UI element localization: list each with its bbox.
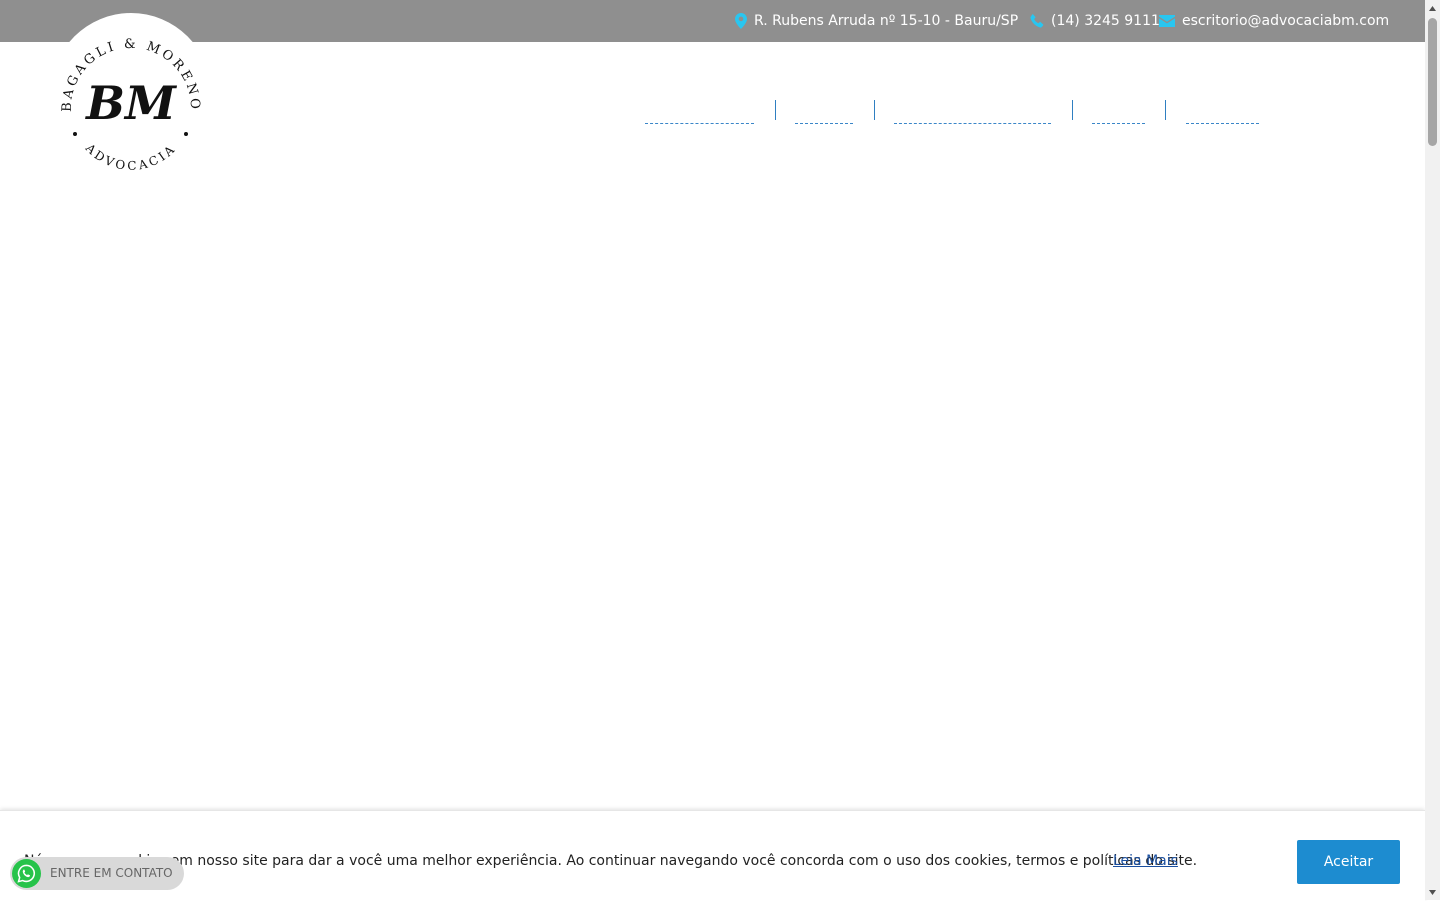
site-logo[interactable]: BAGAGLI & MORENO ADVOCACIA BM: [51, 13, 211, 173]
cookie-banner: Nós usamos cookies em nosso site para da…: [0, 810, 1425, 901]
top-contact-bar: R. Rubens Arruda nº 15-10 - Bauru/SP (14…: [0, 0, 1425, 42]
svg-text:BM: BM: [84, 76, 178, 130]
svg-text:ADVOCACIA: ADVOCACIA: [82, 140, 179, 173]
cookie-message: Nós usamos cookies em nosso site para da…: [24, 853, 1198, 869]
whatsapp-icon: [12, 859, 41, 888]
nav-separator: [1072, 100, 1073, 120]
scrollbar-thumb[interactable]: [1428, 18, 1437, 146]
nav-item-4[interactable]: [1092, 105, 1145, 124]
logo-seal: BAGAGLI & MORENO ADVOCACIA BM: [60, 37, 199, 173]
phone-icon: [1030, 14, 1044, 28]
nav-item-1[interactable]: [645, 105, 754, 124]
map-marker-icon: [735, 13, 747, 29]
nav-item-2[interactable]: [795, 105, 853, 124]
nav-item-5[interactable]: [1186, 105, 1259, 124]
phone-text[interactable]: (14) 3245 9111: [1051, 13, 1160, 29]
scroll-down-arrow-icon[interactable]: [1425, 884, 1440, 900]
nav-separator: [1165, 100, 1166, 120]
nav-separator: [775, 100, 776, 120]
page-scrollbar[interactable]: [1425, 0, 1440, 900]
accept-cookies-button[interactable]: Aceitar: [1297, 840, 1400, 884]
scroll-up-arrow-icon[interactable]: [1425, 0, 1440, 16]
address-info: R. Rubens Arruda nº 15-10 - Bauru/SP: [735, 0, 1018, 42]
whatsapp-contact-button[interactable]: ENTRE EM CONTATO: [10, 857, 184, 890]
email-info[interactable]: escritorio@advocaciabm.com: [1159, 0, 1389, 42]
nav-separator: [874, 100, 875, 120]
nav-item-3[interactable]: [894, 105, 1051, 124]
phone-info[interactable]: (14) 3245 9111: [1030, 0, 1160, 42]
address-text: R. Rubens Arruda nº 15-10 - Bauru/SP: [754, 13, 1019, 29]
read-more-link[interactable]: Leia Mais: [1113, 853, 1178, 869]
whatsapp-label: ENTRE EM CONTATO: [50, 866, 173, 880]
envelope-icon: [1159, 15, 1175, 27]
email-text[interactable]: escritorio@advocaciabm.com: [1182, 13, 1389, 29]
